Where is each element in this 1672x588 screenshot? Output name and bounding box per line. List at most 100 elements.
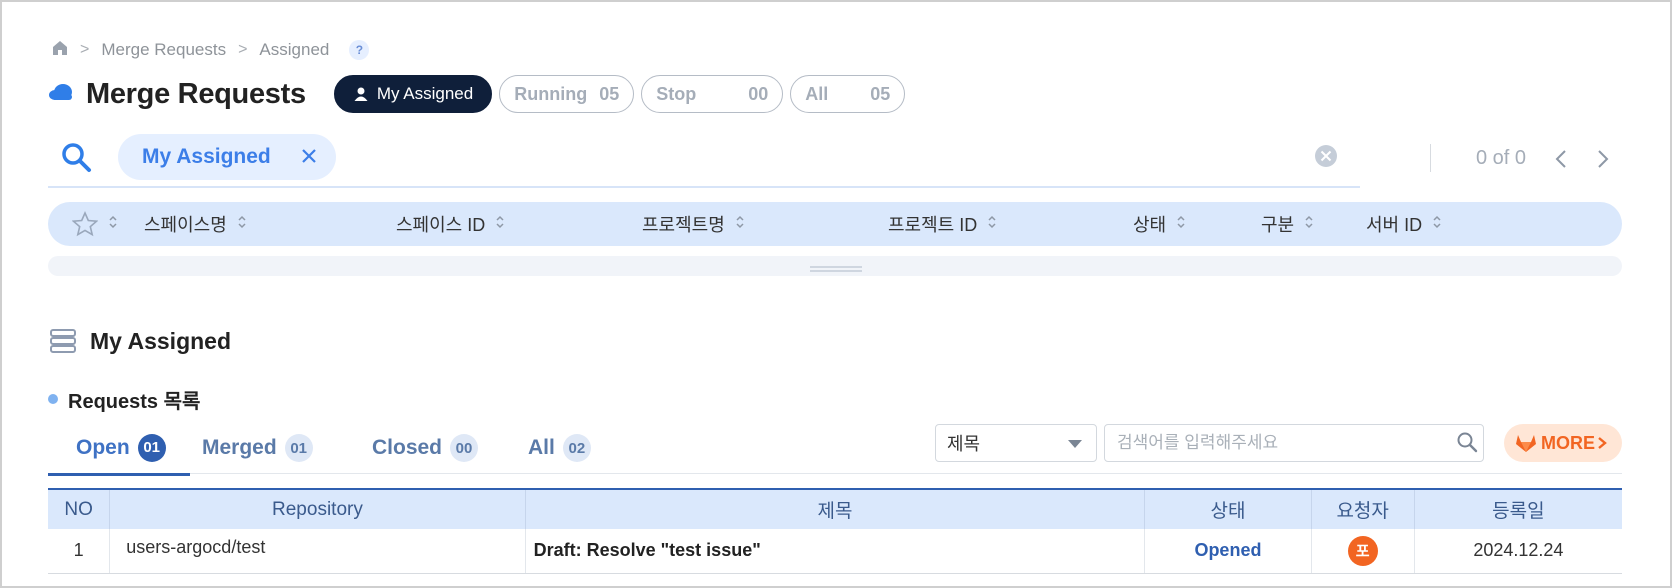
column-label: 스페이스명: [144, 215, 227, 235]
search-field-select[interactable]: 제목: [935, 424, 1097, 462]
column-space-id[interactable]: 스페이스 ID: [396, 202, 505, 246]
sub-title: Requests 목록: [48, 386, 201, 413]
search-icon[interactable]: [1456, 431, 1478, 458]
filter-stop[interactable]: Stop 00: [641, 75, 784, 113]
tab-all[interactable]: All 02: [528, 422, 591, 474]
select-value: 제목: [947, 434, 981, 454]
column-server-id[interactable]: 서버 ID: [1366, 202, 1442, 246]
tab-count-badge: 00: [450, 434, 479, 462]
help-icon[interactable]: ?: [349, 40, 370, 60]
column-label: 구분: [1261, 215, 1295, 235]
table-row[interactable]: 1 users-argocd/test Draft: Resolve "test…: [48, 529, 1622, 574]
search-chip-my-assigned: My Assigned: [118, 134, 336, 180]
caret-down-icon: [1068, 440, 1082, 448]
filter-label: My Assigned: [376, 84, 474, 103]
column-requester[interactable]: 요청자: [1310, 488, 1415, 529]
divider: [1430, 144, 1431, 172]
sort-icon[interactable]: [108, 214, 118, 235]
column-status[interactable]: 상태: [1133, 202, 1186, 246]
search-icon[interactable]: [60, 141, 92, 178]
tab-count-badge: 01: [137, 433, 166, 462]
cell-requester: 포: [1310, 529, 1415, 574]
chevron-left-icon[interactable]: [1554, 148, 1568, 175]
column-date[interactable]: 등록일: [1413, 488, 1622, 529]
column-label: 프로젝트명: [642, 215, 725, 235]
filter-label: Stop: [656, 83, 697, 104]
page-header: Merge Requests My Assigned Running 05 St…: [48, 73, 912, 115]
star-icon[interactable]: [72, 211, 98, 237]
sort-icon[interactable]: [1432, 214, 1442, 235]
sub-title-text: Requests 목록: [68, 390, 201, 413]
tab-merged[interactable]: Merged 01: [202, 422, 313, 474]
server-icon: [50, 329, 76, 353]
column-type[interactable]: 구분: [1261, 202, 1314, 246]
tab-count-badge: 01: [284, 434, 313, 462]
breadcrumb: > Merge Requests > Assigned ?: [52, 38, 370, 62]
filter-my-assigned[interactable]: My Assigned: [333, 75, 493, 113]
column-label: 프로젝트 ID: [888, 215, 978, 235]
cell-date: 2024.12.24: [1413, 529, 1622, 574]
cell-no: 1: [48, 529, 110, 574]
column-title[interactable]: 제목: [524, 488, 1145, 529]
section-title: My Assigned: [50, 326, 231, 356]
column-project-name[interactable]: 프로젝트명: [642, 202, 745, 246]
requests-table: NO Repository 제목 상태 요청자 등록일 1 users-argo…: [48, 488, 1622, 574]
more-button[interactable]: MORE: [1504, 424, 1622, 462]
bullet-dot: [48, 394, 58, 404]
column-no[interactable]: NO: [48, 488, 110, 529]
tab-label: Merged: [202, 436, 277, 459]
filter-running[interactable]: Running 05: [499, 75, 635, 113]
clear-search-icon[interactable]: [1314, 144, 1338, 173]
section-title-text: My Assigned: [90, 327, 232, 354]
sort-icon[interactable]: [735, 214, 745, 235]
home-icon[interactable]: [52, 40, 68, 61]
filter-label: Running: [514, 83, 588, 104]
user-icon: [354, 87, 368, 101]
tab-count-badge: 02: [562, 434, 591, 462]
favorite-column[interactable]: [72, 202, 118, 246]
search-bar[interactable]: My Assigned: [48, 134, 1360, 188]
resize-handle[interactable]: [810, 266, 862, 272]
avatar: 포: [1347, 535, 1378, 566]
tab-closed[interactable]: Closed 00: [372, 422, 479, 474]
column-project-id[interactable]: 프로젝트 ID: [888, 202, 997, 246]
chevron-right-icon[interactable]: [1596, 148, 1610, 175]
chevron-right-icon: >: [80, 41, 90, 58]
filter-count: 05: [870, 83, 891, 104]
filter-count: 05: [599, 83, 620, 104]
more-label: MORE: [1541, 432, 1595, 453]
breadcrumb-item-merge-requests[interactable]: Merge Requests: [101, 40, 226, 60]
search-input[interactable]: [1104, 424, 1484, 462]
filter-all[interactable]: All 05: [790, 75, 906, 113]
filter-count: 00: [748, 83, 769, 104]
filter-label: All: [805, 83, 829, 104]
chevron-right-icon: >: [238, 41, 248, 58]
sort-icon[interactable]: [495, 214, 505, 235]
column-space-name[interactable]: 스페이스명: [144, 202, 247, 246]
column-label: 상태: [1133, 215, 1167, 235]
upper-table-header: 스페이스명 스페이스 ID 프로젝트명 프로젝트 ID 상태 구분 서버 ID: [48, 202, 1622, 246]
page-title: Merge Requests: [86, 77, 306, 110]
cell-title[interactable]: Draft: Resolve "test issue": [524, 529, 1145, 574]
chevron-right-icon: [1598, 437, 1607, 449]
table-header-row: NO Repository 제목 상태 요청자 등록일: [48, 488, 1622, 529]
breadcrumb-item-assigned[interactable]: Assigned: [259, 40, 329, 60]
column-repository[interactable]: Repository: [109, 488, 526, 529]
tab-label: Closed: [372, 436, 443, 459]
pager-text: 0 of 0: [1476, 146, 1527, 169]
sort-icon[interactable]: [237, 214, 247, 235]
cloud-icon: [48, 82, 74, 107]
column-status[interactable]: 상태: [1144, 488, 1312, 529]
sort-icon[interactable]: [1176, 214, 1186, 235]
sort-icon[interactable]: [987, 214, 997, 235]
tab-open[interactable]: Open 01: [48, 422, 190, 476]
cell-status: Opened: [1144, 529, 1312, 574]
tab-label: Open: [76, 435, 130, 459]
tab-label: All: [528, 436, 555, 459]
sort-icon[interactable]: [1304, 214, 1314, 235]
column-label: 서버 ID: [1366, 215, 1423, 235]
gitlab-icon: [1516, 435, 1536, 452]
cell-repository: users-argocd/test: [109, 529, 526, 574]
chip-label: My Assigned: [142, 145, 271, 168]
close-icon[interactable]: [298, 145, 320, 173]
